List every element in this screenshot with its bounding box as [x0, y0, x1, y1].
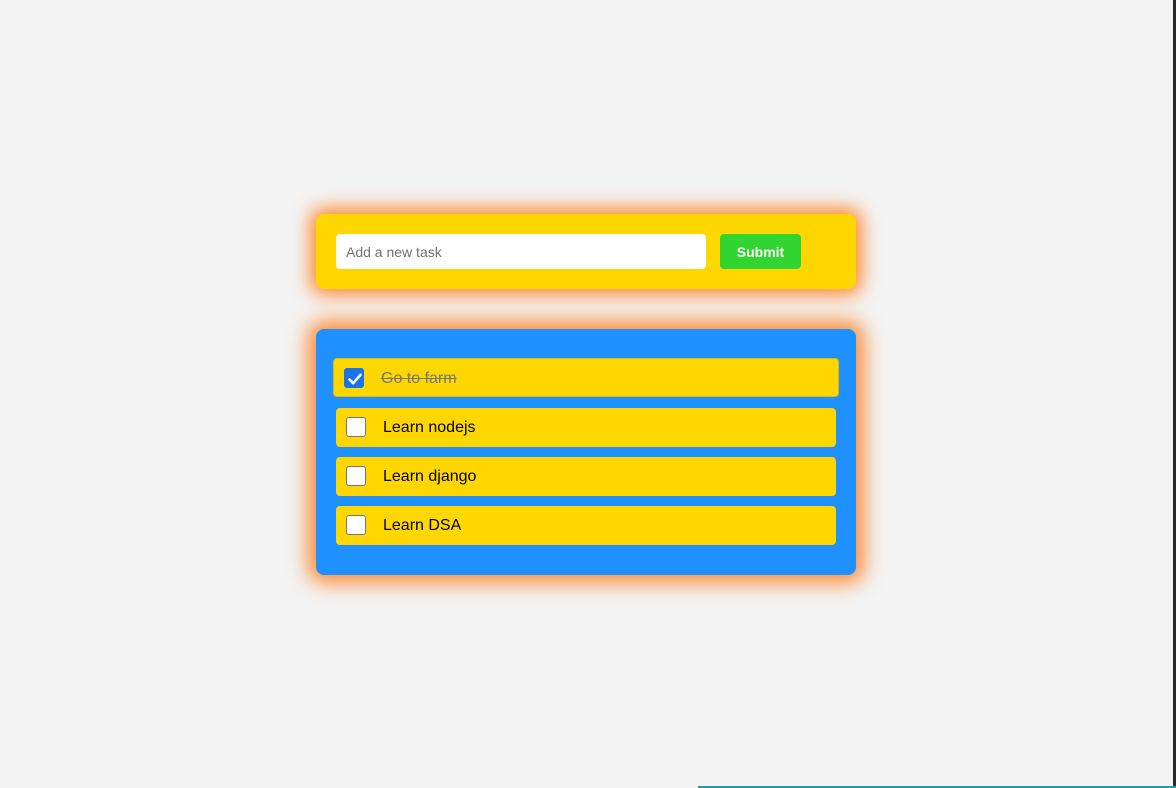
task-label: Learn django — [383, 468, 477, 485]
task-label: Learn DSA — [383, 517, 462, 534]
task-checkbox[interactable] — [346, 466, 366, 486]
task-item-learn-nodejs: Learn nodejs — [336, 408, 836, 447]
submit-button[interactable]: Submit — [720, 234, 801, 269]
task-list: Go to farm Learn nodejs Learn django Lea… — [316, 329, 856, 575]
task-item-learn-dsa: Learn DSA — [336, 506, 836, 545]
task-item-learn-django: Learn django — [336, 457, 836, 496]
task-checkbox[interactable] — [346, 417, 366, 437]
check-icon — [348, 373, 362, 385]
new-task-input[interactable] — [336, 234, 706, 269]
todo-app-page: Submit Go to farm Learn nodejs Learn dja… — [0, 0, 1176, 788]
task-checkbox[interactable] — [346, 515, 366, 535]
add-task-form: Submit — [316, 214, 856, 289]
task-list-card: Go to farm Learn nodejs Learn django Lea… — [316, 329, 856, 575]
task-label: Go to farm — [381, 370, 457, 387]
task-item-go-to-farm: Go to farm — [333, 358, 839, 397]
task-checkbox-checked[interactable] — [344, 368, 364, 388]
task-label: Learn nodejs — [383, 419, 476, 436]
